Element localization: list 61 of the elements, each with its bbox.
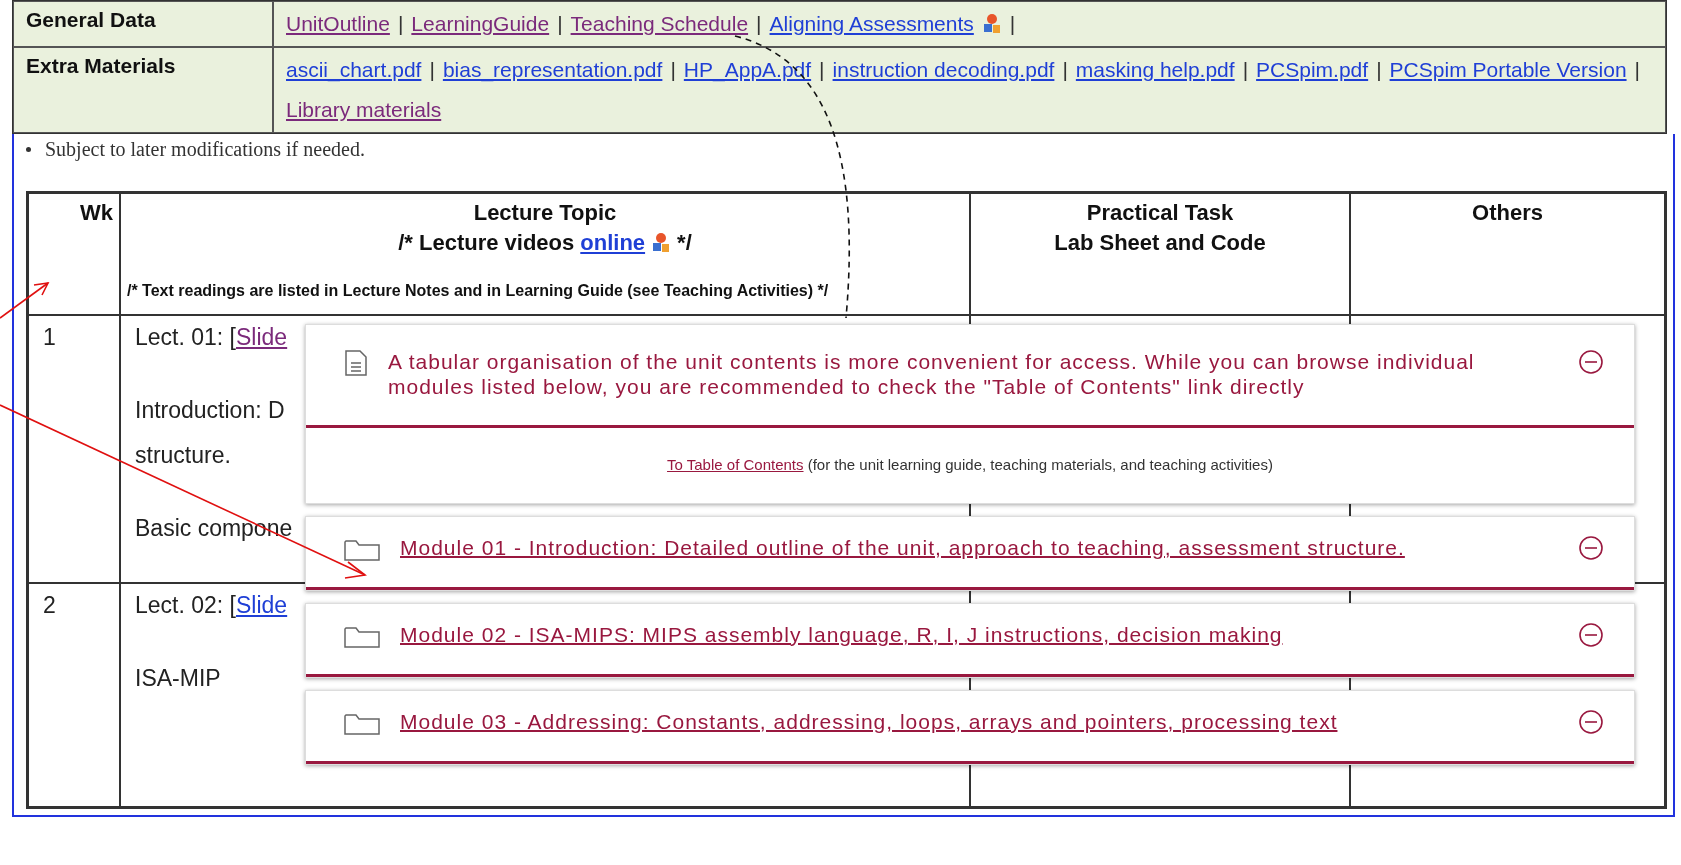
topic-text: ISA-MIP bbox=[135, 665, 221, 692]
document-link[interactable]: PCSpim.pdf bbox=[1256, 50, 1369, 90]
folder-icon bbox=[344, 626, 380, 648]
column-header: Practical Task bbox=[1086, 200, 1234, 226]
folder-icon bbox=[344, 713, 380, 735]
separator: | bbox=[1242, 57, 1249, 83]
separator: | bbox=[670, 57, 676, 83]
slides-link[interactable]: Slide bbox=[236, 592, 288, 618]
document-link[interactable]: Teaching Schedule bbox=[570, 4, 749, 44]
lecture-label: Lect. 02: [ bbox=[135, 592, 236, 618]
separator: | bbox=[1062, 57, 1068, 83]
column-subheader: Lab Sheet and Code bbox=[1054, 230, 1266, 256]
online-link[interactable]: online bbox=[580, 230, 646, 256]
module-link[interactable]: Module 02 - ISA-MIPS: MIPS assembly language, R, I, J instructions, decision making bbox=[400, 622, 1440, 647]
week-number: 1 bbox=[43, 324, 56, 351]
slides-link[interactable]: Slide bbox=[236, 324, 288, 350]
document-link[interactable]: PCSpim Portable Version bbox=[1389, 50, 1627, 90]
separator: | bbox=[1009, 11, 1016, 37]
row-label: Extra Materials bbox=[26, 54, 176, 77]
separator: | bbox=[557, 11, 563, 37]
document-link[interactable]: instruction decoding.pdf bbox=[832, 50, 1055, 90]
separator: | bbox=[819, 57, 825, 83]
lecture-label: Lect. 01: [ bbox=[135, 324, 236, 350]
header-text: */ bbox=[677, 230, 692, 256]
toc-link[interactable]: To Table of Contents bbox=[667, 456, 804, 473]
column-header: Others bbox=[1472, 200, 1543, 226]
separator: | bbox=[429, 57, 435, 83]
document-link[interactable]: Aligning Assessments bbox=[769, 4, 974, 44]
column-header: Lecture Topic bbox=[473, 200, 617, 226]
folder-icon bbox=[344, 539, 380, 561]
document-link[interactable]: LearningGuide bbox=[411, 4, 550, 44]
document-link[interactable]: HP_AppA.pdf bbox=[683, 50, 812, 90]
bullet-icon bbox=[26, 147, 31, 152]
separator: | bbox=[756, 11, 762, 37]
column-header: Wk bbox=[80, 200, 113, 226]
header-note: /* Text readings are listed in Lecture Notes and in Learning Guide (see Teaching Activities) */ bbox=[127, 282, 829, 300]
document-link[interactable]: ascii_chart.pdf bbox=[286, 50, 422, 90]
module-link[interactable]: Module 01 - Introduction: Detailed outline of the unit, approach to teaching, assessment structure. bbox=[400, 535, 1440, 560]
topic-text: Introduction: D bbox=[135, 397, 285, 424]
topic-text: structure. bbox=[135, 442, 231, 469]
document-icon bbox=[344, 349, 368, 377]
color-shapes-icon bbox=[651, 232, 672, 254]
note-text: Subject to later modifications if needed. bbox=[45, 138, 365, 160]
document-link[interactable]: Library materials bbox=[286, 90, 442, 130]
header-text: /* Lecture videos bbox=[398, 230, 575, 256]
week-number: 2 bbox=[43, 592, 56, 619]
separator: | bbox=[1634, 57, 1641, 83]
document-link[interactable]: masking help.pdf bbox=[1075, 50, 1235, 90]
module-link[interactable]: Module 03 - Addressing: Constants, addressing, loops, arrays and pointers, processing text bbox=[400, 709, 1440, 734]
collapse-icon[interactable] bbox=[1578, 622, 1604, 648]
intro-text: A tabular organisation of the unit contents is more convenient for access. While you can browse individual modules listed below, you are recommended to check the "Table of Contents" link directly bbox=[388, 349, 1476, 399]
separator: | bbox=[397, 11, 404, 37]
collapse-icon[interactable] bbox=[1578, 709, 1604, 735]
separator: | bbox=[1376, 57, 1382, 83]
toc-text: To Table of Contents (for the unit learning guide, teaching materials, and teaching activities) bbox=[666, 455, 1274, 475]
row-label: General Data bbox=[26, 8, 156, 31]
arrow bbox=[0, 282, 50, 319]
document-link[interactable]: UnitOutline bbox=[286, 4, 390, 44]
collapse-icon[interactable] bbox=[1578, 349, 1604, 375]
document-link[interactable]: bias_representation.pdf bbox=[442, 50, 663, 90]
collapse-icon[interactable] bbox=[1578, 535, 1604, 561]
